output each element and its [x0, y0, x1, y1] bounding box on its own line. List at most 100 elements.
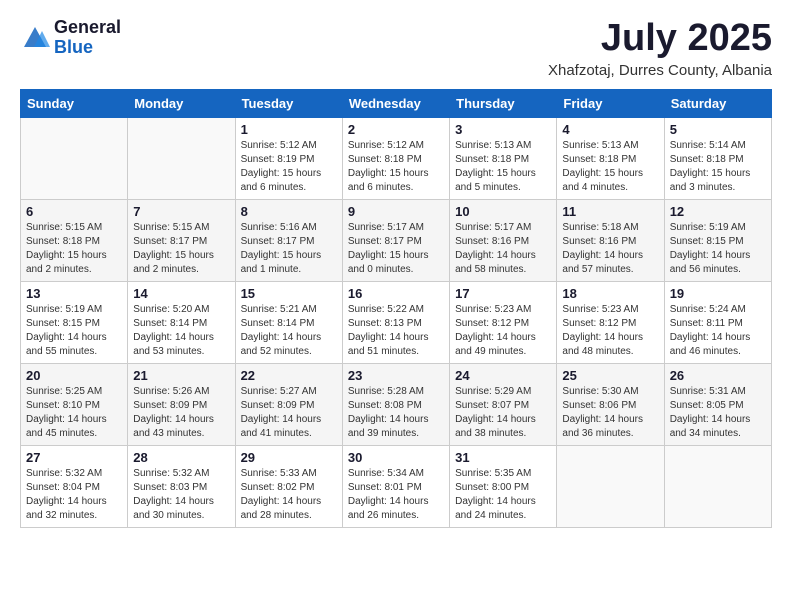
calendar-cell [557, 445, 664, 527]
day-info: Sunrise: 5:13 AM Sunset: 8:18 PM Dayligh… [455, 139, 551, 195]
day-number: 25 [562, 368, 658, 383]
calendar-cell: 29Sunrise: 5:33 AM Sunset: 8:02 PM Dayli… [235, 445, 342, 527]
calendar-cell: 2 Sunrise: 5:12 AM Sunset: 8:18 PM Daylig… [342, 117, 449, 199]
day-info: Sunrise: 5:12 AM Sunset: 8:18 PM Dayligh… [348, 139, 444, 195]
calendar-cell: 13 Sunrise: 5:19 AM Sunset: 8:15 PM Dayli… [21, 281, 128, 363]
day-number: 11 [562, 204, 658, 219]
calendar-cell: 27Sunrise: 5:32 AM Sunset: 8:04 PM Dayli… [21, 445, 128, 527]
day-info: Sunrise: 5:21 AM Sunset: 8:14 PM Dayligh… [241, 303, 337, 359]
calendar-day-header: Saturday [664, 89, 771, 117]
calendar-cell: 5Sunrise: 5:14 AM Sunset: 8:18 PM Daylig… [664, 117, 771, 199]
day-info: Sunrise: 5:32 AM Sunset: 8:03 PM Dayligh… [133, 467, 229, 523]
calendar-cell: 3 Sunrise: 5:13 AM Sunset: 8:18 PM Daylig… [450, 117, 557, 199]
calendar-day-header: Tuesday [235, 89, 342, 117]
calendar-cell: 17 Sunrise: 5:23 AM Sunset: 8:12 PM Dayli… [450, 281, 557, 363]
calendar-cell: 6 Sunrise: 5:15 AM Sunset: 8:18 PM Daylig… [21, 199, 128, 281]
day-number: 13 [26, 286, 122, 301]
day-number: 18 [562, 286, 658, 301]
day-info: Sunrise: 5:14 AM Sunset: 8:18 PM Dayligh… [670, 139, 766, 195]
calendar-cell [21, 117, 128, 199]
day-number: 1 [241, 122, 337, 137]
calendar-cell: 24Sunrise: 5:29 AM Sunset: 8:07 PM Dayli… [450, 363, 557, 445]
logo-general: General [54, 18, 121, 38]
calendar-cell: 1 Sunrise: 5:12 AM Sunset: 8:19 PM Daylig… [235, 117, 342, 199]
day-info: Sunrise: 5:17 AM Sunset: 8:16 PM Dayligh… [455, 221, 551, 277]
calendar-cell [664, 445, 771, 527]
day-number: 3 [455, 122, 551, 137]
calendar-week-row: 13 Sunrise: 5:19 AM Sunset: 8:15 PM Dayli… [21, 281, 772, 363]
calendar-cell: 25 Sunrise: 5:30 AM Sunset: 8:06 PM Dayli… [557, 363, 664, 445]
day-number: 6 [26, 204, 122, 219]
day-info: Sunrise: 5:24 AM Sunset: 8:11 PM Dayligh… [670, 303, 766, 359]
location: Xhafzotaj, Durres County, Albania [548, 62, 772, 79]
day-info: Sunrise: 5:33 AM Sunset: 8:02 PM Dayligh… [241, 467, 337, 523]
calendar-day-header: Wednesday [342, 89, 449, 117]
calendar-day-header: Sunday [21, 89, 128, 117]
day-number: 7 [133, 204, 229, 219]
calendar: SundayMondayTuesdayWednesdayThursdayFrid… [20, 89, 772, 528]
calendar-cell: 7 Sunrise: 5:15 AM Sunset: 8:17 PM Daylig… [128, 199, 235, 281]
calendar-cell: 11Sunrise: 5:18 AM Sunset: 8:16 PM Dayli… [557, 199, 664, 281]
calendar-cell: 14 Sunrise: 5:20 AM Sunset: 8:14 PM Dayli… [128, 281, 235, 363]
day-number: 26 [670, 368, 766, 383]
day-info: Sunrise: 5:19 AM Sunset: 8:15 PM Dayligh… [670, 221, 766, 277]
header: General Blue July 2025 Xhafzotaj, Durres… [20, 18, 772, 79]
calendar-cell: 23 Sunrise: 5:28 AM Sunset: 8:08 PM Dayli… [342, 363, 449, 445]
calendar-day-header: Monday [128, 89, 235, 117]
day-number: 4 [562, 122, 658, 137]
logo-blue: Blue [54, 38, 121, 58]
day-info: Sunrise: 5:31 AM Sunset: 8:05 PM Dayligh… [670, 385, 766, 441]
calendar-cell: 12 Sunrise: 5:19 AM Sunset: 8:15 PM Dayli… [664, 199, 771, 281]
calendar-day-header: Thursday [450, 89, 557, 117]
calendar-week-row: 27Sunrise: 5:32 AM Sunset: 8:04 PM Dayli… [21, 445, 772, 527]
calendar-cell [128, 117, 235, 199]
day-info: Sunrise: 5:35 AM Sunset: 8:00 PM Dayligh… [455, 467, 551, 523]
day-number: 14 [133, 286, 229, 301]
day-number: 28 [133, 450, 229, 465]
day-number: 24 [455, 368, 551, 383]
day-number: 12 [670, 204, 766, 219]
calendar-cell: 8Sunrise: 5:16 AM Sunset: 8:17 PM Daylig… [235, 199, 342, 281]
day-number: 19 [670, 286, 766, 301]
calendar-cell: 20 Sunrise: 5:25 AM Sunset: 8:10 PM Dayli… [21, 363, 128, 445]
calendar-cell: 9Sunrise: 5:17 AM Sunset: 8:17 PM Daylig… [342, 199, 449, 281]
day-number: 10 [455, 204, 551, 219]
day-info: Sunrise: 5:34 AM Sunset: 8:01 PM Dayligh… [348, 467, 444, 523]
day-number: 22 [241, 368, 337, 383]
day-number: 2 [348, 122, 444, 137]
logo: General Blue [20, 18, 121, 58]
day-number: 30 [348, 450, 444, 465]
day-number: 31 [455, 450, 551, 465]
calendar-cell: 31 Sunrise: 5:35 AM Sunset: 8:00 PM Dayli… [450, 445, 557, 527]
day-number: 23 [348, 368, 444, 383]
calendar-cell: 10 Sunrise: 5:17 AM Sunset: 8:16 PM Dayli… [450, 199, 557, 281]
day-info: Sunrise: 5:23 AM Sunset: 8:12 PM Dayligh… [455, 303, 551, 359]
calendar-cell: 4 Sunrise: 5:13 AM Sunset: 8:18 PM Daylig… [557, 117, 664, 199]
day-info: Sunrise: 5:20 AM Sunset: 8:14 PM Dayligh… [133, 303, 229, 359]
day-number: 21 [133, 368, 229, 383]
day-info: Sunrise: 5:15 AM Sunset: 8:18 PM Dayligh… [26, 221, 122, 277]
day-info: Sunrise: 5:19 AM Sunset: 8:15 PM Dayligh… [26, 303, 122, 359]
calendar-week-row: 20 Sunrise: 5:25 AM Sunset: 8:10 PM Dayli… [21, 363, 772, 445]
calendar-cell: 15 Sunrise: 5:21 AM Sunset: 8:14 PM Dayli… [235, 281, 342, 363]
day-number: 20 [26, 368, 122, 383]
day-info: Sunrise: 5:13 AM Sunset: 8:18 PM Dayligh… [562, 139, 658, 195]
calendar-cell: 19 Sunrise: 5:24 AM Sunset: 8:11 PM Dayli… [664, 281, 771, 363]
day-info: Sunrise: 5:15 AM Sunset: 8:17 PM Dayligh… [133, 221, 229, 277]
day-info: Sunrise: 5:30 AM Sunset: 8:06 PM Dayligh… [562, 385, 658, 441]
day-info: Sunrise: 5:12 AM Sunset: 8:19 PM Dayligh… [241, 139, 337, 195]
day-number: 17 [455, 286, 551, 301]
title-block: July 2025 Xhafzotaj, Durres County, Alba… [548, 18, 772, 79]
calendar-cell: 21Sunrise: 5:26 AM Sunset: 8:09 PM Dayli… [128, 363, 235, 445]
calendar-day-header: Friday [557, 89, 664, 117]
day-info: Sunrise: 5:28 AM Sunset: 8:08 PM Dayligh… [348, 385, 444, 441]
day-info: Sunrise: 5:25 AM Sunset: 8:10 PM Dayligh… [26, 385, 122, 441]
day-number: 15 [241, 286, 337, 301]
calendar-cell: 26 Sunrise: 5:31 AM Sunset: 8:05 PM Dayli… [664, 363, 771, 445]
calendar-cell: 22Sunrise: 5:27 AM Sunset: 8:09 PM Dayli… [235, 363, 342, 445]
logo-text: General Blue [54, 18, 121, 58]
day-number: 16 [348, 286, 444, 301]
page: General Blue July 2025 Xhafzotaj, Durres… [0, 0, 792, 612]
day-number: 27 [26, 450, 122, 465]
day-info: Sunrise: 5:17 AM Sunset: 8:17 PM Dayligh… [348, 221, 444, 277]
